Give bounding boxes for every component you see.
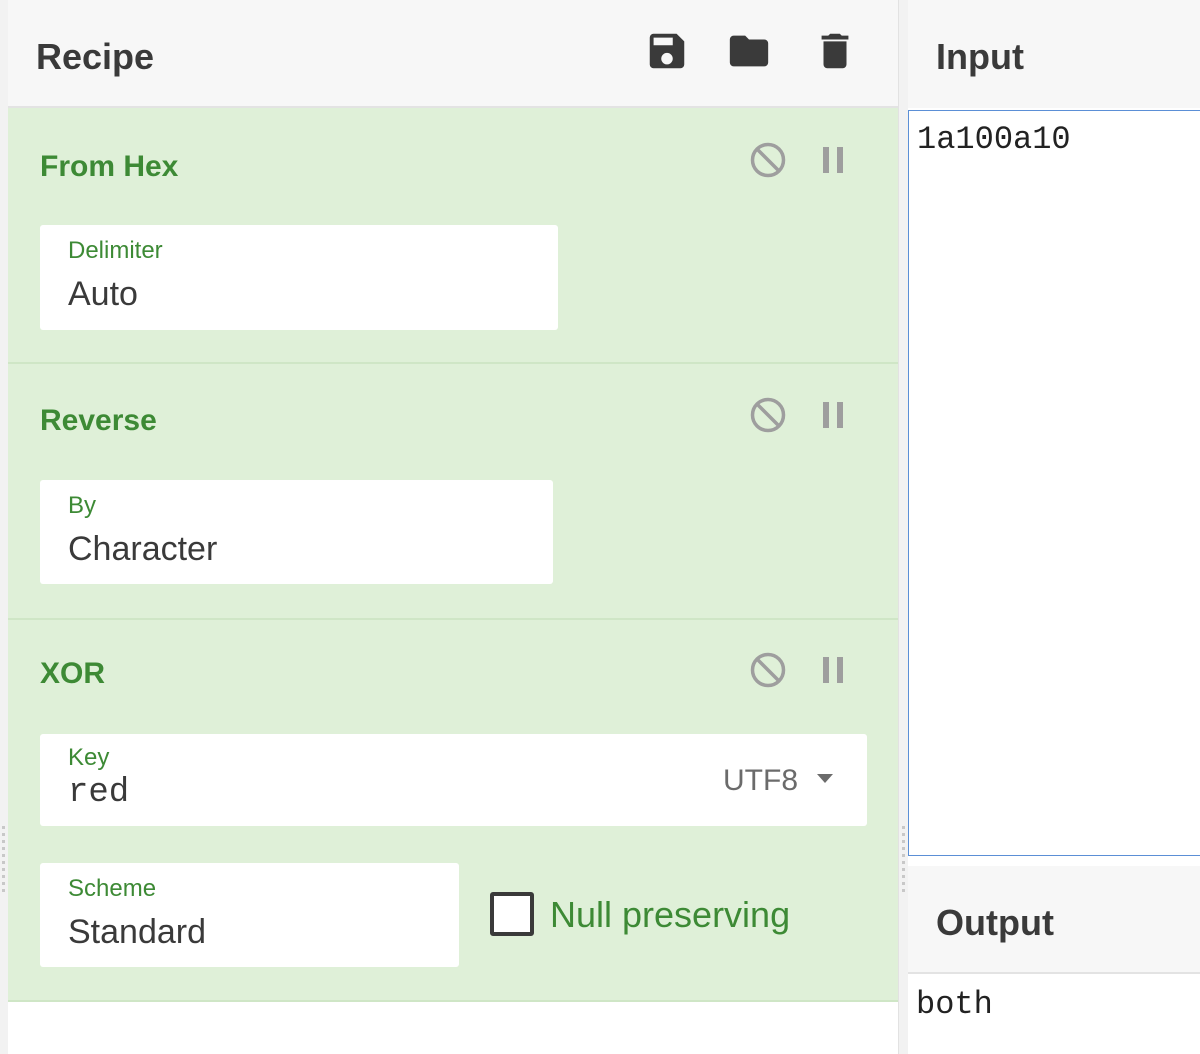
output-area[interactable]: both xyxy=(908,976,1200,1054)
output-title: Output xyxy=(936,902,1054,943)
field-value: Standard xyxy=(68,913,206,951)
input-textarea[interactable]: 1a100a10 xyxy=(908,110,1200,856)
recipe-header: Recipe xyxy=(8,0,898,108)
field-label: Delimiter xyxy=(68,237,163,264)
field-label: By xyxy=(68,492,97,519)
left-resize-handle[interactable] xyxy=(2,826,5,896)
output-text: both xyxy=(916,986,993,1023)
encoding-label: UTF8 xyxy=(723,764,798,797)
scheme-field[interactable]: Scheme Standard xyxy=(40,863,459,967)
null-preserving-checkbox[interactable] xyxy=(490,892,534,936)
delimiter-field[interactable]: Delimiter Auto xyxy=(40,225,558,330)
recipe-pane: Recipe From Hex Delimiter Auto Reverse B… xyxy=(8,0,898,1054)
pause-icon[interactable] xyxy=(813,650,853,690)
operation-title: From Hex xyxy=(40,150,179,183)
operation-title: XOR xyxy=(40,657,106,690)
output-header: Output xyxy=(908,866,1200,974)
input-header: Input xyxy=(908,0,1200,108)
operation-title: Reverse xyxy=(40,404,157,437)
operation-xor[interactable]: XOR Key red UTF8 Scheme Standard xyxy=(8,620,898,1002)
key-input[interactable]: red xyxy=(68,774,129,812)
field-label: Key xyxy=(68,744,110,771)
splitter-resize-handle[interactable] xyxy=(902,826,905,896)
trash-icon[interactable] xyxy=(812,28,858,74)
input-title: Input xyxy=(936,36,1024,77)
encoding-dropdown[interactable]: UTF8 xyxy=(685,734,867,826)
pause-icon[interactable] xyxy=(813,395,853,435)
input-text: 1a100a10 xyxy=(917,121,1071,158)
pause-icon[interactable] xyxy=(813,140,853,180)
recipe-title: Recipe xyxy=(36,36,155,77)
operation-from-hex[interactable]: From Hex Delimiter Auto xyxy=(8,108,898,364)
folder-icon[interactable] xyxy=(726,28,772,74)
disable-icon[interactable] xyxy=(748,395,788,435)
field-value: Character xyxy=(68,530,218,568)
field-value: Auto xyxy=(68,275,138,313)
operation-reverse[interactable]: Reverse By Character xyxy=(8,364,898,620)
caret-down-icon xyxy=(817,774,833,783)
disable-icon[interactable] xyxy=(748,140,788,180)
disable-icon[interactable] xyxy=(748,650,788,690)
key-field[interactable]: Key red UTF8 xyxy=(40,734,867,826)
by-field[interactable]: By Character xyxy=(40,480,553,584)
field-label: Scheme xyxy=(68,875,157,902)
null-preserving-label: Null preserving xyxy=(550,894,791,935)
save-icon[interactable] xyxy=(644,28,690,74)
